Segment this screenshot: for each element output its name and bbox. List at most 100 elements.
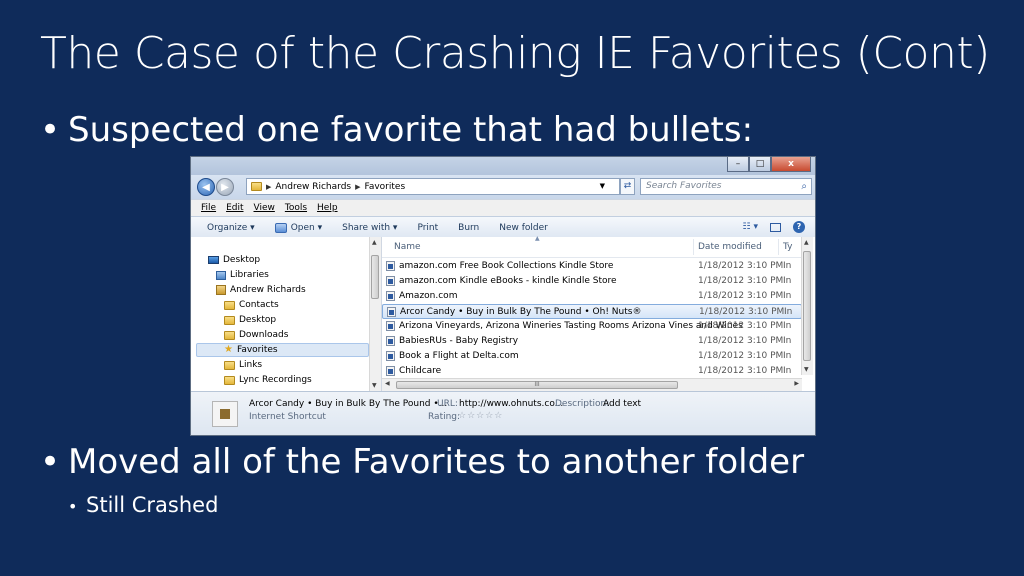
internet-shortcut-icon [386, 366, 395, 376]
nav-item-label: Links [239, 360, 263, 370]
organize-button[interactable]: Organize ▾ [207, 223, 255, 233]
nav-item-label: Favorites [236, 345, 278, 355]
print-button[interactable]: Print [417, 223, 438, 233]
nav-item-lync-recordings[interactable]: Lync Recordings [224, 373, 312, 387]
details-kind: Internet Shortcut [249, 412, 326, 422]
nav-item-desktop[interactable]: Desktop [208, 253, 260, 267]
file-vertical-scrollbar[interactable]: ▲ ▼ [801, 237, 813, 375]
horizontal-scroll-thumb[interactable]: III [396, 381, 678, 389]
rating-stars-icon[interactable]: ☆☆☆☆☆ [458, 411, 503, 421]
nav-item-label: Libraries [230, 270, 269, 280]
library-icon [216, 270, 226, 280]
scroll-left-icon[interactable]: ◀ [385, 380, 390, 387]
refresh-button[interactable]: ⇄ [620, 178, 635, 195]
file-row[interactable]: Childcare 1/18/2012 3:10 PM In [382, 364, 802, 379]
address-row: ◀ ▶ ▶ Andrew Richards ▶ Favorites ▼ ⇄ Se… [191, 175, 815, 199]
details-pane: Arcor Candy • Buy in Bulk By The Pound •… [191, 391, 815, 435]
internet-shortcut-icon [386, 321, 395, 331]
open-icon [274, 223, 287, 233]
internet-shortcut-icon [386, 276, 395, 286]
shortcut-thumbnail-icon [212, 401, 238, 427]
menu-edit[interactable]: Edit [226, 203, 243, 213]
scroll-down-icon[interactable]: ▼ [372, 382, 377, 389]
details-url-value[interactable]: http://www.ohnuts.co... [459, 399, 563, 409]
internet-shortcut-icon [386, 291, 395, 301]
nav-item-links[interactable]: Links [224, 358, 262, 372]
folder-icon [224, 300, 235, 310]
bullet-text: Suspected one favorite that had bullets: [68, 110, 754, 150]
minimize-button[interactable]: – [727, 157, 749, 172]
column-separator[interactable] [778, 239, 779, 255]
share-with-button[interactable]: Share with ▾ [342, 223, 397, 233]
user-folder-icon [216, 285, 226, 295]
preview-pane-icon[interactable] [770, 222, 781, 232]
file-row-selected[interactable]: Arcor Candy • Buy in Bulk By The Pound •… [382, 304, 802, 319]
file-horizontal-scrollbar[interactable]: ◀ III ▶ [382, 378, 802, 391]
close-button[interactable]: x [771, 157, 811, 172]
search-icon[interactable]: ⌕ [801, 179, 807, 194]
scroll-up-icon[interactable]: ▲ [372, 239, 377, 246]
internet-shortcut-icon [386, 336, 395, 346]
bullet-dot: • [40, 110, 61, 150]
breadcrumb-favorites[interactable]: Favorites [364, 182, 405, 192]
internet-shortcut-icon [386, 261, 395, 271]
file-row[interactable]: amazon.com Kindle eBooks - kindle Kindle… [382, 274, 802, 289]
file-row[interactable]: Amazon.com 1/18/2012 3:10 PM In [382, 289, 802, 304]
menu-help[interactable]: Help [317, 203, 338, 213]
open-button[interactable]: Open ▾ [274, 223, 323, 233]
address-dropdown-icon[interactable]: ▼ [600, 182, 605, 190]
details-description-label: Description: [555, 399, 610, 409]
nav-item-andrew-richards[interactable]: Andrew Richards [216, 283, 306, 297]
column-type[interactable]: Ty [783, 242, 792, 252]
menu-bar: File Edit View Tools Help [191, 199, 815, 216]
breadcrumb-arrow-icon: ▶ [266, 182, 272, 191]
nav-item-label: Lync Recordings [239, 375, 312, 385]
scroll-down-icon[interactable]: ▼ [804, 366, 809, 373]
file-row[interactable]: BabiesRUs - Baby Registry 1/18/2012 3:10 … [382, 334, 802, 349]
file-row[interactable]: amazon.com Free Book Collections Kindle … [382, 259, 802, 274]
column-name[interactable]: Name [394, 242, 421, 252]
address-bar[interactable]: ▶ Andrew Richards ▶ Favorites ▼ [246, 178, 620, 195]
sort-indicator-icon: ▲ [535, 235, 540, 242]
file-scroll-thumb[interactable] [803, 251, 811, 361]
scroll-up-icon[interactable]: ▲ [804, 239, 809, 246]
menu-tools[interactable]: Tools [285, 203, 307, 213]
search-input[interactable]: Search Favorites ⌕ [640, 178, 812, 195]
forward-button[interactable]: ▶ [216, 178, 234, 196]
nav-item-contacts[interactable]: Contacts [224, 298, 279, 312]
nav-item-favorites[interactable]: ★ Favorites [196, 343, 369, 357]
breadcrumb-user[interactable]: Andrew Richards [275, 182, 351, 192]
nav-scrollbar[interactable]: ▲ ▼ [369, 237, 381, 391]
new-folder-button[interactable]: New folder [499, 223, 548, 233]
nav-item-downloads[interactable]: Downloads [224, 328, 288, 342]
details-description-value[interactable]: Add text [603, 399, 641, 409]
burn-button[interactable]: Burn [458, 223, 479, 233]
change-view-icon[interactable]: ☷ ▾ [743, 222, 758, 232]
sub-bullet-text: Still Crashed [86, 493, 219, 517]
file-row[interactable]: Arizona Vineyards, Arizona Wineries Tast… [382, 319, 802, 334]
bullet-moved: • Moved all of the Favorites to another f… [40, 443, 804, 481]
column-separator[interactable] [693, 239, 694, 255]
internet-shortcut-icon [386, 351, 395, 361]
nav-item-desktop-folder[interactable]: Desktop [224, 313, 276, 327]
help-icon[interactable]: ? [793, 221, 805, 233]
file-row[interactable]: Book a Flight at Delta.com 1/18/2012 3:10… [382, 349, 802, 364]
nav-item-libraries[interactable]: Libraries [216, 268, 269, 282]
nav-item-label: Downloads [239, 330, 289, 340]
file-list: ▲ Name Date modified Ty amazon.com Free … [382, 235, 815, 391]
folder-icon [224, 330, 235, 340]
menu-view[interactable]: View [254, 203, 275, 213]
sub-bullet-still-crashed: • Still Crashed [68, 493, 218, 517]
open-label: Open ▾ [290, 223, 323, 233]
details-rating-label: Rating: [428, 412, 461, 422]
menu-file[interactable]: File [201, 203, 216, 213]
nav-item-label: Desktop [239, 315, 277, 325]
nav-item-label: Contacts [239, 300, 279, 310]
column-date-modified[interactable]: Date modified [698, 242, 762, 252]
back-button[interactable]: ◀ [197, 178, 215, 196]
title-bar: – □ x [191, 157, 815, 175]
scroll-right-icon[interactable]: ▶ [794, 380, 799, 387]
nav-scroll-thumb[interactable] [371, 255, 379, 299]
maximize-button[interactable]: □ [749, 157, 771, 172]
folder-icon [224, 360, 235, 370]
